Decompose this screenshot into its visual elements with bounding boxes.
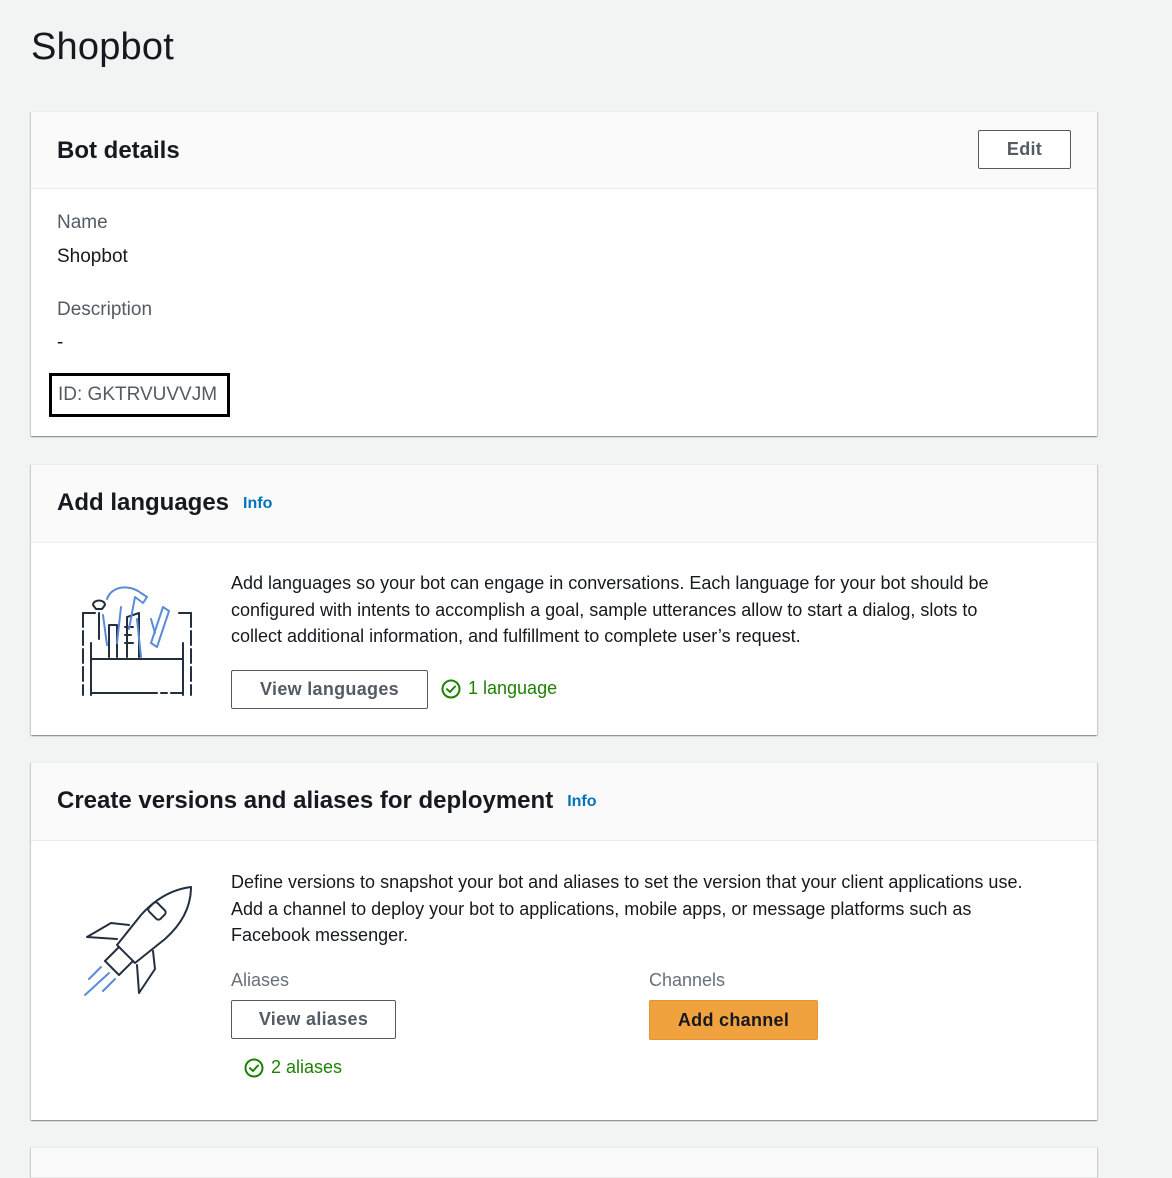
description-value: - bbox=[57, 332, 64, 353]
languages-status-text: 1 language bbox=[468, 678, 558, 698]
aliases-label: Aliases bbox=[231, 970, 290, 990]
aliases-status-text: 2 aliases bbox=[271, 1057, 343, 1077]
channels-label: Channels bbox=[649, 970, 726, 990]
bot-details-card: Bot details Edit Name Shopbot Descriptio… bbox=[31, 111, 1097, 436]
edit-button[interactable]: Edit bbox=[978, 130, 1071, 169]
aliases-status: 2 aliases bbox=[244, 1057, 342, 1078]
add-languages-info-link[interactable]: Info bbox=[243, 495, 272, 512]
add-languages-description: Add languages so your bot can engage in … bbox=[231, 570, 989, 650]
bot-details-header: Bot details Edit bbox=[31, 112, 1097, 189]
deployment-description-line-2: Add a channel to deploy your bot to appl… bbox=[231, 898, 972, 919]
name-label: Name bbox=[57, 212, 108, 233]
rocket-icon bbox=[79, 883, 199, 1008]
deployment-description-line-3: Facebook messenger. bbox=[231, 925, 409, 945]
deployment-description-line-1: Define versions to snapshot your bot and… bbox=[231, 872, 1023, 892]
next-card-partial bbox=[31, 1147, 1097, 1178]
add-languages-title: Add languages Info bbox=[57, 489, 272, 517]
deployment-card: Create versions and aliases for deployme… bbox=[31, 762, 1097, 1120]
bot-id-text: ID: GKTRVUVVJM bbox=[58, 384, 218, 405]
deployment-title-text: Create versions and aliases for deployme… bbox=[57, 787, 554, 814]
success-check-icon bbox=[441, 679, 461, 698]
deployment-info-link[interactable]: Info bbox=[567, 793, 596, 810]
add-languages-title-text: Add languages bbox=[57, 489, 230, 516]
languages-status: 1 language bbox=[441, 678, 557, 699]
deployment-description: Define versions to snapshot your bot and… bbox=[231, 869, 1022, 949]
deployment-header: Create versions and aliases for deployme… bbox=[31, 763, 1097, 841]
add-languages-description-line-1: Add languages so your bot can engage in … bbox=[231, 573, 989, 593]
name-value: Shopbot bbox=[57, 246, 128, 267]
bot-details-title: Bot details bbox=[57, 137, 180, 164]
description-label: Description bbox=[57, 299, 153, 320]
bot-id-highlight: ID: GKTRVUVVJM bbox=[49, 373, 230, 417]
next-card-header bbox=[31, 1148, 1097, 1178]
add-channel-button[interactable]: Add channel bbox=[649, 1000, 818, 1040]
add-languages-description-line-2: configured with intents to accomplish a … bbox=[231, 599, 978, 620]
add-languages-header: Add languages Info bbox=[31, 465, 1097, 543]
deployment-title: Create versions and aliases for deployme… bbox=[57, 787, 597, 815]
view-aliases-button[interactable]: View aliases bbox=[231, 1000, 396, 1039]
toolbox-icon bbox=[77, 583, 197, 708]
view-languages-button[interactable]: View languages bbox=[231, 670, 428, 709]
page-title: Shopbot bbox=[31, 26, 174, 68]
add-languages-description-line-3: collect additional information, and fulf… bbox=[231, 626, 801, 646]
add-languages-card: Add languages Info Add languages so your… bbox=[31, 464, 1097, 735]
success-check-icon bbox=[244, 1058, 264, 1077]
